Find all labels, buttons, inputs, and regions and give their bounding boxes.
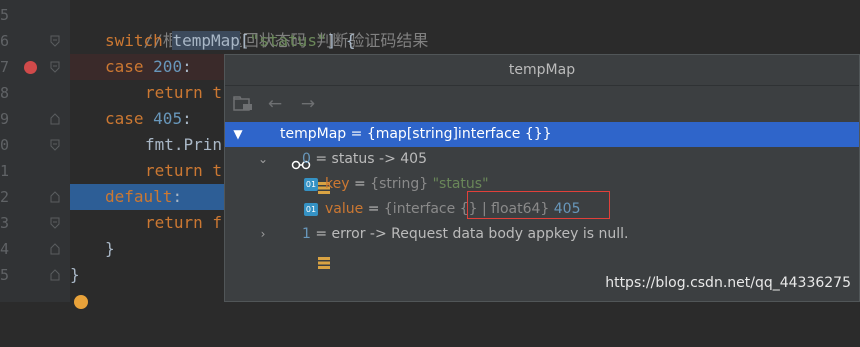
watermark-text: https://blog.csdn.net/qq_44336275 (605, 275, 851, 291)
line-number: 0 (0, 136, 10, 154)
field-value: "status" (428, 176, 489, 192)
entry-index: 1 (302, 226, 311, 242)
field-icon: 01 (304, 203, 318, 216)
fold-open-icon[interactable] (50, 217, 60, 229)
variable-tree: ▼ tempMap = {map[string]interface {}} ⌄ … (225, 122, 859, 269)
code-punctuation: ] { (326, 31, 356, 50)
tree-row-entry[interactable]: › 1 = error -> Request data body appkey … (225, 222, 859, 269)
code-punctuation: : (172, 187, 183, 206)
code-punctuation: : (182, 57, 192, 76)
tree-row-text: tempMap = {map[string]interface {}} (280, 122, 552, 147)
entry-index: 0 (302, 151, 311, 167)
line-number: 9 (0, 110, 10, 128)
fold-close-icon[interactable] (50, 243, 60, 255)
line-number: 1 (0, 162, 10, 180)
code-line: //根据接口返回状态码 判断验证码结果 (70, 2, 860, 50)
code-punctuation: : (182, 109, 192, 128)
field-name: value (325, 201, 364, 217)
editor-gutter: 5 6 7 8 9 0 1 2 3 4 5 (0, 0, 70, 302)
map-entry-icon (282, 153, 330, 194)
fold-close-icon[interactable] (50, 191, 60, 203)
field-type: {string} (370, 176, 429, 192)
popup-title[interactable]: tempMap (225, 55, 859, 86)
variable: tempMap (172, 31, 240, 50)
tree-row-text: 0 = status -> 405 (302, 147, 427, 172)
variable-value: {map[string]interface {}} (366, 126, 552, 142)
number-literal: 405 (153, 109, 183, 128)
variable-name: tempMap (280, 126, 347, 142)
line-number: 5 (0, 6, 10, 24)
line-number: 4 (0, 240, 10, 258)
chevron-right-icon[interactable]: › (256, 222, 270, 247)
fold-open-icon[interactable] (50, 35, 60, 47)
tree-row-text: 1 = error -> Request data body appkey is… (302, 222, 628, 247)
line-number: 2 (0, 188, 10, 206)
popup-toolbar: ← → (225, 86, 859, 122)
tree-row-root[interactable]: ▼ tempMap = {map[string]interface {}} (225, 122, 859, 170)
map-entry-icon (282, 228, 330, 269)
code-text: fmt.Prin (145, 135, 223, 154)
forward-arrow-icon[interactable]: → (298, 95, 318, 113)
code-text: return t (145, 83, 223, 102)
bulb-icon[interactable] (74, 295, 88, 309)
tree-row-text: key = {string} "status" (325, 172, 489, 197)
code-punctuation: } (105, 239, 115, 258)
code-line: switch tempMap["status"] { (105, 31, 356, 50)
line-number: 3 (0, 214, 10, 232)
keyword: switch (105, 31, 163, 50)
line-number: 5 (0, 266, 10, 284)
keyword: case (105, 109, 144, 128)
string-literal: "status" (249, 31, 327, 50)
equals-sign: = (363, 201, 384, 217)
back-arrow-icon[interactable]: ← (265, 95, 285, 113)
variable-inspector-popup: tempMap ← → ▼ tempMap = {map[string]inte… (224, 54, 860, 302)
number-literal: 200 (153, 57, 183, 76)
fold-open-icon[interactable] (50, 139, 60, 151)
field-type: {interface {} (383, 201, 478, 217)
code-text: return t (145, 161, 223, 180)
code-punctuation: } (70, 265, 80, 284)
fold-close-icon[interactable] (50, 113, 60, 125)
tree-row-entry[interactable]: ⌄ 0 = status -> 405 (225, 147, 859, 194)
entry-text: = status -> 405 (310, 151, 427, 167)
keyword: case (105, 57, 144, 76)
chevron-down-icon[interactable]: ▼ (231, 122, 245, 147)
equals-sign: = (349, 176, 371, 192)
line-number: 7 (0, 58, 10, 76)
keyword: default (105, 187, 173, 206)
breakpoint-icon[interactable] (24, 61, 37, 74)
fold-close-icon[interactable] (50, 269, 60, 281)
folder-icon[interactable] (233, 95, 253, 113)
line-number: 8 (0, 84, 10, 102)
entry-text: = error -> Request data body appkey is n… (310, 226, 629, 242)
chevron-down-icon[interactable]: ⌄ (256, 147, 270, 172)
line-number: 6 (0, 32, 10, 50)
equals-sign: = (346, 126, 367, 142)
fold-open-icon[interactable] (50, 61, 60, 73)
field-icon: 01 (304, 178, 318, 191)
code-text: return f (145, 213, 223, 232)
highlight-annotation-box (467, 191, 610, 219)
field-name: key (325, 176, 350, 192)
